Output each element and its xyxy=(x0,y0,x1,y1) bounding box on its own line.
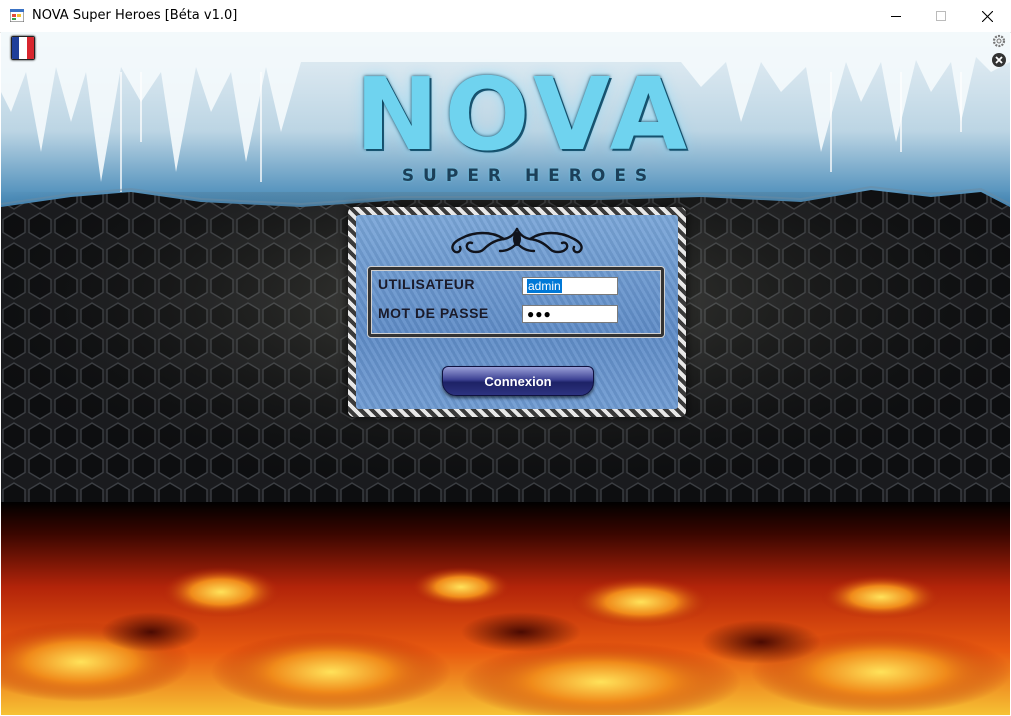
language-flag-button[interactable] xyxy=(11,36,35,60)
title-bar: NOVA Super Heroes [Béta v1.0] xyxy=(0,0,1011,33)
ornament-icon xyxy=(451,227,583,254)
password-masked-value: ●●● xyxy=(527,307,552,321)
app-window-icon xyxy=(10,9,24,22)
username-input[interactable]: admin xyxy=(522,277,618,295)
close-icon xyxy=(981,10,993,22)
maximize-button[interactable] xyxy=(918,0,964,32)
connexion-button[interactable]: Connexion xyxy=(442,366,594,396)
username-label: UTILISATEUR xyxy=(378,276,476,292)
france-flag-icon xyxy=(12,37,20,59)
close-round-icon[interactable] xyxy=(991,52,1007,68)
logo-subtitle: SUPER HEROES xyxy=(401,166,657,186)
login-panel-inner: UTILISATEUR admin MOT DE PASSE ●●● Conne… xyxy=(356,215,678,409)
game-launcher-background: NOVA SUPER HEROES UTILISATEUR admin MOT … xyxy=(1,32,1010,715)
username-value: admin xyxy=(527,279,562,293)
minimize-icon xyxy=(891,16,901,17)
gear-icon[interactable] xyxy=(991,33,1007,49)
window-title: NOVA Super Heroes [Béta v1.0] xyxy=(32,8,238,23)
maximize-icon xyxy=(936,11,946,21)
logo-title: NOVA xyxy=(354,56,693,173)
close-button[interactable] xyxy=(964,0,1010,32)
password-label: MOT DE PASSE xyxy=(378,305,489,321)
login-panel: UTILISATEUR admin MOT DE PASSE ●●● Conne… xyxy=(348,207,686,417)
password-input[interactable]: ●●● xyxy=(522,305,618,323)
minimize-button[interactable] xyxy=(873,0,919,32)
nova-logo: NOVA SUPER HEROES xyxy=(309,60,739,190)
